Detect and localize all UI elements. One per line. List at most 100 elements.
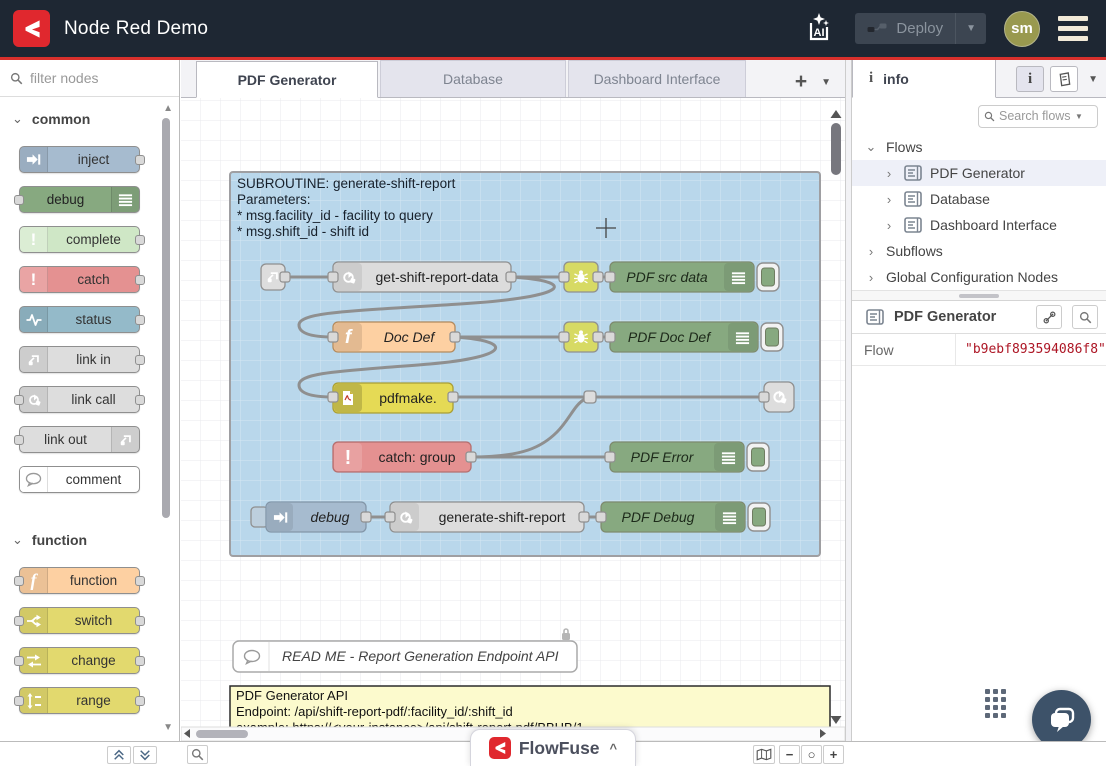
vscroll-thumb (831, 123, 841, 175)
exclamation-icon: ! (20, 227, 48, 252)
output-port[interactable] (135, 355, 145, 365)
node-group-subroutine[interactable]: SUBROUTINE: generate-shift-report Parame… (230, 172, 820, 556)
flows-search-input[interactable] (999, 109, 1071, 123)
search-icon (191, 748, 204, 761)
zoom-out-button[interactable]: − (779, 745, 800, 764)
sidebar-tab-info[interactable]: i info (852, 60, 996, 98)
input-port[interactable] (14, 696, 24, 706)
debug-toggle-button[interactable] (747, 443, 769, 471)
flowfuse-panel-button[interactable]: FlowFuse ^ (470, 729, 636, 766)
output-port[interactable] (135, 696, 145, 706)
node-inject-debug[interactable]: debug (251, 502, 366, 532)
search-flow-button[interactable] (1072, 305, 1098, 329)
debug-toggle-button[interactable] (748, 503, 770, 531)
tree-item-pdf-generator[interactable]: › PDF Generator (852, 160, 1106, 186)
palette-node-change[interactable]: change (19, 647, 140, 674)
input-port[interactable] (14, 576, 24, 586)
node-pdf-debug[interactable]: PDF Debug (601, 502, 770, 532)
palette-category-function[interactable]: ⌄ function (0, 506, 179, 554)
palette-category-common[interactable]: ⌄ common (0, 97, 179, 133)
input-port[interactable] (14, 656, 24, 666)
node-doc-def[interactable]: f Doc Def (333, 322, 455, 352)
output-port[interactable] (135, 155, 145, 165)
copy-link-button[interactable] (1036, 305, 1062, 329)
zoom-reset-button[interactable]: ○ (801, 745, 822, 764)
palette-search[interactable] (0, 60, 179, 97)
flowfuse-logo-icon[interactable] (13, 10, 50, 47)
palette-filter-input[interactable] (30, 70, 150, 86)
node-pdf-doc-def[interactable]: PDF Doc Def (610, 322, 783, 352)
tree-item-dashboard-interface[interactable]: › Dashboard Interface (852, 212, 1106, 238)
palette-node-status[interactable]: status (19, 306, 140, 333)
info-box-line: PDF Generator API (236, 688, 348, 703)
palette-node-link-call[interactable]: link call (19, 386, 140, 413)
tree-item-global-config[interactable]: › Global Configuration Nodes (852, 264, 1106, 290)
output-port[interactable] (135, 656, 145, 666)
drag-handle-dots[interactable] (985, 689, 1006, 718)
sidebar-splitter[interactable] (852, 290, 1106, 301)
node-get-shift-report-data[interactable]: get-shift-report-data (333, 262, 511, 292)
deploy-button[interactable]: Deploy ▼ (855, 13, 986, 44)
user-avatar[interactable]: sm (1004, 11, 1040, 47)
palette-node-inject[interactable]: inject (19, 146, 140, 173)
output-port[interactable] (135, 576, 145, 586)
output-port[interactable] (135, 275, 145, 285)
palette-node-link-out[interactable]: link out (19, 426, 140, 453)
hscroll-thumb (196, 730, 248, 738)
help-book-button[interactable] (1050, 66, 1078, 92)
input-port[interactable] (14, 195, 24, 205)
palette-scroll-up-icon[interactable]: ▲ (163, 103, 173, 114)
node-pdfmake[interactable]: pdfmake. (333, 383, 453, 413)
chat-widget-button[interactable] (1032, 690, 1091, 741)
output-port[interactable] (135, 616, 145, 626)
node-catch-group[interactable]: ! catch: group (333, 442, 471, 472)
input-port[interactable] (14, 616, 24, 626)
debug-toggle-button[interactable] (761, 323, 783, 351)
node-pdf-src-data[interactable]: PDF src data (610, 262, 779, 292)
search-caret-icon[interactable]: ▼ (1075, 112, 1083, 121)
deploy-caret-icon[interactable]: ▼ (955, 13, 986, 44)
palette-scroll-down-icon[interactable]: ▼ (163, 722, 173, 733)
tab-dashboard-interface[interactable]: Dashboard Interface (568, 60, 746, 97)
tree-item-subflows[interactable]: › Subflows (852, 238, 1106, 264)
palette-node-range[interactable]: range (19, 687, 140, 714)
navigator-button[interactable] (753, 745, 775, 764)
category-label: function (32, 532, 87, 548)
tab-list-caret-icon[interactable]: ▼ (821, 77, 831, 88)
palette-node-switch[interactable]: switch (19, 607, 140, 634)
flows-search[interactable]: ▼ (978, 105, 1098, 128)
canvas-search-button[interactable] (187, 745, 208, 764)
info-panel-button[interactable]: i (1016, 66, 1044, 92)
palette-node-comment[interactable]: comment (19, 466, 140, 493)
input-port[interactable] (14, 395, 24, 405)
palette-node-catch[interactable]: ! catch (19, 266, 140, 293)
zoom-in-button[interactable]: + (823, 745, 844, 764)
tree-item-flows[interactable]: ⌄ Flows (852, 134, 1106, 160)
debug-toggle-button[interactable] (757, 263, 779, 291)
flow-canvas[interactable]: SUBROUTINE: generate-shift-report Parame… (181, 98, 845, 741)
palette-node-debug[interactable]: debug (19, 186, 140, 213)
group-label-line: * msg.facility_id - facility to query (237, 208, 433, 223)
book-icon (1057, 72, 1072, 87)
add-flow-button[interactable]: + (795, 75, 807, 89)
sidebar-resize-handle[interactable] (845, 60, 852, 741)
palette-expand-all-button[interactable] (133, 746, 157, 764)
collapse-caret-icon: ^ (610, 741, 618, 756)
tree-item-database[interactable]: › Database (852, 186, 1106, 212)
output-port[interactable] (135, 315, 145, 325)
tab-pdf-generator[interactable]: PDF Generator (196, 61, 378, 98)
node-generate-shift-report[interactable]: generate-shift-report (390, 502, 584, 532)
palette-node-link-in[interactable]: link in (19, 346, 140, 373)
sidebar-menu-caret-icon[interactable]: ▼ (1088, 74, 1098, 85)
palette-node-complete[interactable]: ! complete (19, 226, 140, 253)
palette-scrollbar[interactable] (162, 118, 170, 518)
ai-assistant-button[interactable]: AI (801, 11, 837, 47)
output-port[interactable] (135, 235, 145, 245)
palette-node-function[interactable]: f function (19, 567, 140, 594)
palette-collapse-all-button[interactable] (107, 746, 131, 764)
tab-database[interactable]: Database (380, 60, 566, 97)
main-menu-icon[interactable] (1058, 16, 1088, 41)
wire-junction[interactable] (584, 391, 596, 403)
output-port[interactable] (135, 395, 145, 405)
input-port[interactable] (14, 435, 24, 445)
